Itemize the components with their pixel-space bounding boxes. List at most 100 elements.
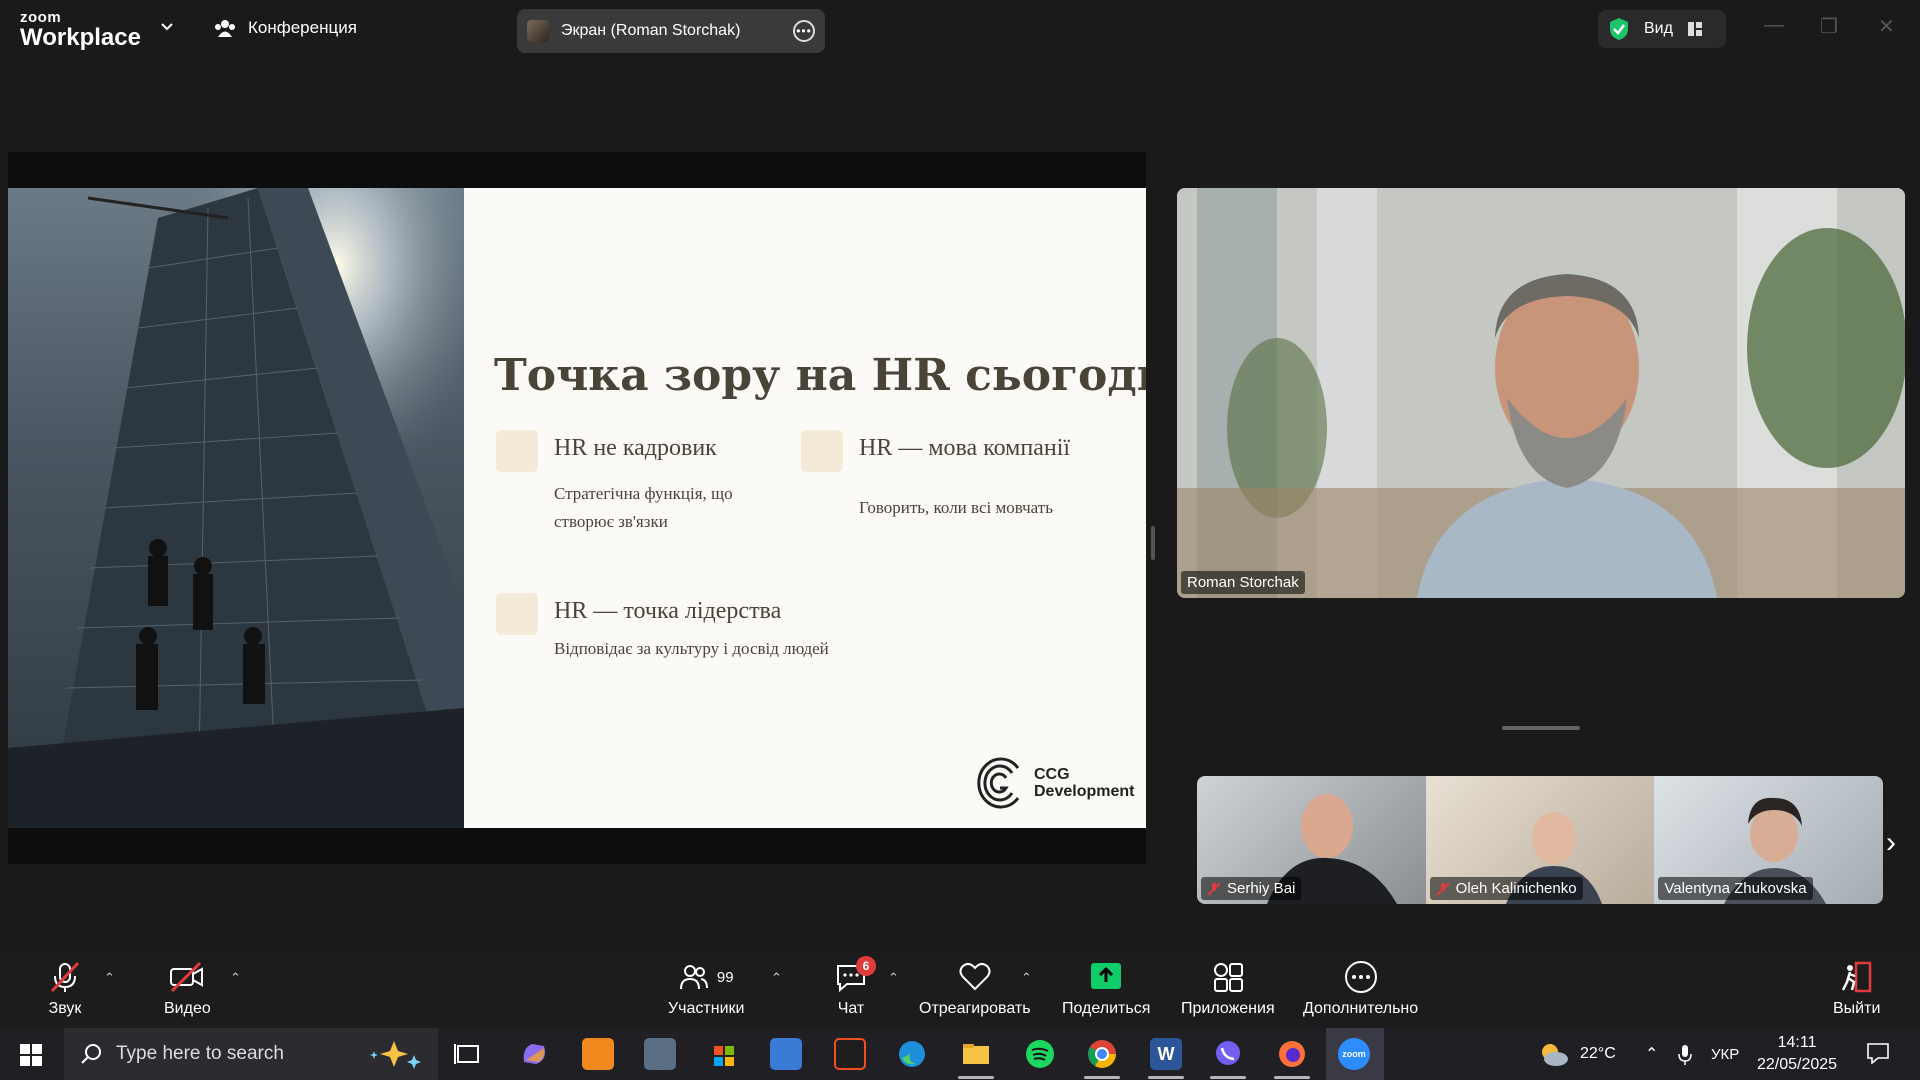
audio-label: Звук xyxy=(48,1000,82,1017)
participant-tile[interactable]: Serhiy Bai xyxy=(1197,776,1426,904)
language-indicator[interactable]: УКР xyxy=(1711,1028,1739,1080)
app-logo[interactable]: zoom Workplace xyxy=(20,10,141,50)
participant-tile[interactable]: Oleh Kalinichenko xyxy=(1425,776,1655,904)
remote-desktop-icon[interactable] xyxy=(770,1038,802,1070)
meeting-icon xyxy=(215,20,235,37)
participants-icon xyxy=(679,965,708,990)
card-heading: HR не кадровик xyxy=(554,435,717,461)
share-button[interactable]: Поделиться xyxy=(1062,960,1150,1018)
participant-name: Serhiy Bai xyxy=(1227,880,1296,897)
taskbar-search[interactable]: Type here to search xyxy=(64,1028,438,1080)
chat-button[interactable]: 6 Чат xyxy=(834,956,876,1018)
participant-name: Oleh Kalinichenko xyxy=(1455,880,1577,897)
leave-label: Выйти xyxy=(1833,1000,1881,1017)
meeting-button[interactable]: Конференция xyxy=(214,18,357,38)
participants-options-caret[interactable]: ⌃ xyxy=(771,970,782,986)
logo-workplace: Workplace xyxy=(20,24,141,51)
speaker-video-frame xyxy=(1177,188,1905,598)
screen-share-indicator[interactable]: Экран (Roman Storchak) ••• xyxy=(517,9,825,53)
sketch-app-icon[interactable] xyxy=(582,1038,614,1070)
react-label: Отреагировать xyxy=(919,1000,1031,1017)
mic-muted-icon xyxy=(50,961,80,993)
minimize-icon[interactable]: — xyxy=(1764,14,1784,37)
file-explorer-icon[interactable] xyxy=(960,1038,992,1070)
speaker-name: Roman Storchak xyxy=(1187,574,1299,591)
presentation-slide: Точка зору на HR сьогодні HR не кадровик… xyxy=(8,188,1146,828)
slide-building-photo xyxy=(8,188,464,828)
more-button[interactable]: Дополнительно xyxy=(1303,960,1418,1018)
slide-content: Точка зору на HR сьогодні HR не кадровик… xyxy=(464,188,1146,828)
viber-icon[interactable] xyxy=(1212,1038,1244,1070)
weather-temp: 22°C xyxy=(1580,1045,1616,1062)
view-button[interactable]: Вид xyxy=(1598,10,1726,48)
speaker-name-tag: Roman Storchak xyxy=(1181,571,1305,594)
heart-icon xyxy=(959,962,991,991)
apps-icon xyxy=(1213,963,1243,992)
logo-zoom: zoom xyxy=(20,9,62,26)
brand-logo: CCG Development xyxy=(974,756,1134,810)
card-icon-box xyxy=(801,430,843,472)
share-label: Поделиться xyxy=(1062,1000,1151,1017)
chevron-right-icon[interactable]: › xyxy=(1886,826,1896,860)
participants-button[interactable]: 99 Участники xyxy=(668,960,744,1018)
participant-strip: Serhiy Bai Oleh Kalinichenko Valentyna Z… xyxy=(1197,776,1883,904)
microphone-tray-icon[interactable] xyxy=(1678,1044,1692,1066)
share-screen-icon xyxy=(1091,963,1122,989)
chat-options-caret[interactable]: ⌃ xyxy=(888,970,899,986)
card-text: Стратегічна функція, що створює зв'язки xyxy=(554,484,733,531)
weather-cloud-icon xyxy=(1542,1044,1568,1066)
microsoft-store-icon[interactable] xyxy=(708,1038,740,1070)
card-text: Відповідає за культуру і досвід людей xyxy=(554,639,829,658)
apps-label: Приложения xyxy=(1181,1000,1275,1017)
audio-options-caret[interactable]: ⌃ xyxy=(104,970,115,986)
firefox-icon[interactable] xyxy=(1276,1038,1308,1070)
participants-count: 99 xyxy=(716,968,734,986)
participant-tile[interactable]: Valentyna Zhukovska xyxy=(1654,776,1883,904)
figma-icon[interactable] xyxy=(834,1038,866,1070)
chat-label: Чат xyxy=(837,1000,865,1017)
more-options-icon[interactable]: ••• xyxy=(793,20,815,42)
calculator-icon[interactable] xyxy=(644,1038,676,1070)
copilot-sparkle-icon xyxy=(370,1041,421,1069)
grid-view-icon xyxy=(1687,22,1702,36)
react-button[interactable]: Отреагировать xyxy=(919,960,1031,1018)
video-off-icon xyxy=(170,961,204,993)
card-heading: HR — точка лідерства xyxy=(554,598,782,624)
chevron-up-icon[interactable]: ⌃ xyxy=(1645,1028,1658,1080)
maximize-icon[interactable]: ❐ xyxy=(1820,14,1838,39)
chevron-down-icon[interactable] xyxy=(160,20,174,34)
weather-widget[interactable]: 22°C xyxy=(1538,1028,1616,1080)
zoom-taskbar-active[interactable]: zoom xyxy=(1326,1028,1384,1080)
windows-taskbar: Type here to search W zoom 22°C ⌃ УКР 14… xyxy=(0,1028,1920,1080)
language-label: УКР xyxy=(1711,1045,1740,1063)
audio-button[interactable]: Звук xyxy=(48,960,82,1018)
copilot-icon[interactable] xyxy=(518,1038,550,1070)
react-options-caret[interactable]: ⌃ xyxy=(1021,970,1032,986)
shield-check-icon xyxy=(1610,18,1628,40)
video-options-caret[interactable]: ⌃ xyxy=(230,970,241,986)
word-icon[interactable]: W xyxy=(1150,1038,1182,1070)
presenter-avatar xyxy=(527,20,549,42)
mic-off-icon xyxy=(1435,881,1450,896)
edge-icon[interactable] xyxy=(896,1038,928,1070)
card-icon-box xyxy=(496,593,538,635)
taskbar-clock[interactable]: 14:11 22/05/2025 xyxy=(1757,1032,1837,1076)
meeting-label: Конференция xyxy=(248,18,357,37)
participant-name-tag: Oleh Kalinichenko xyxy=(1429,877,1583,900)
mic-off-icon xyxy=(1207,881,1221,896)
apps-button[interactable]: Приложения xyxy=(1181,960,1275,1018)
gallery-scroll-indicator[interactable] xyxy=(1502,726,1580,730)
chrome-icon[interactable] xyxy=(1086,1038,1118,1070)
speaker-video[interactable]: Roman Storchak xyxy=(1177,188,1905,598)
spotify-icon[interactable] xyxy=(1024,1038,1056,1070)
leave-button[interactable]: Выйти xyxy=(1833,960,1880,1018)
panel-resize-handle[interactable] xyxy=(1151,526,1155,560)
video-button[interactable]: Видео xyxy=(164,960,211,1018)
search-placeholder: Type here to search xyxy=(116,1043,284,1064)
chat-unread-badge: 6 xyxy=(856,956,876,976)
task-view-icon[interactable] xyxy=(452,1038,484,1070)
close-icon[interactable]: ✕ xyxy=(1878,14,1895,39)
brand-line-2: Development xyxy=(1034,783,1135,800)
notification-icon[interactable] xyxy=(1866,1042,1890,1064)
windows-start-icon[interactable] xyxy=(20,1044,42,1066)
